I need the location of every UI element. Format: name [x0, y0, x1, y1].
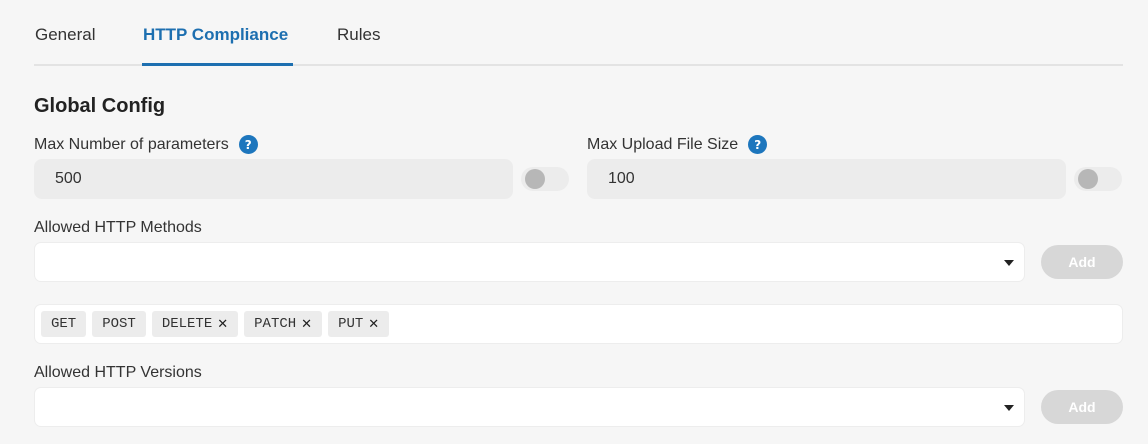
versions-select[interactable] [34, 387, 1025, 427]
tab-rules[interactable]: Rules [337, 25, 380, 45]
chip-get: GET [41, 311, 87, 337]
max-upload-label-text: Max Upload File Size [587, 135, 739, 153]
chip-put: PUT ✕ [328, 311, 390, 337]
max-params-toggle[interactable] [521, 167, 569, 191]
chip-label: DELETE [161, 316, 213, 332]
section-title: Global Config [34, 95, 166, 117]
add-method-button[interactable]: Add [1041, 245, 1123, 279]
active-tab-indicator [142, 63, 293, 66]
tab-http-compliance[interactable]: HTTP Compliance [143, 25, 288, 45]
max-upload-label: Max Upload File Size ? [587, 135, 768, 154]
max-upload-input[interactable] [587, 159, 1066, 199]
help-icon[interactable]: ? [238, 135, 258, 154]
chip-patch: PATCH ✕ [244, 311, 323, 337]
tab-general[interactable]: General [35, 25, 95, 45]
methods-chip-list: GET POST DELETE ✕ PATCH ✕ PUT ✕ [34, 304, 1123, 344]
caret-down-icon [1004, 260, 1014, 266]
max-params-label: Max Number of parameters ? [34, 135, 258, 154]
add-version-button[interactable]: Add [1041, 390, 1123, 424]
remove-chip-icon[interactable]: ✕ [217, 317, 228, 332]
max-params-label-text: Max Number of parameters [34, 135, 229, 153]
methods-label: Allowed HTTP Methods [34, 219, 202, 236]
toggle-knob [1078, 169, 1098, 189]
chip-label: PUT [338, 316, 364, 332]
tab-bar: General HTTP Compliance Rules [34, 0, 1123, 66]
chip-label: POST [102, 316, 136, 332]
remove-chip-icon[interactable]: ✕ [301, 317, 312, 332]
max-params-input[interactable] [34, 159, 513, 199]
chip-post: POST [92, 311, 146, 337]
help-icon[interactable]: ? [748, 135, 768, 154]
max-upload-toggle[interactable] [1074, 167, 1122, 191]
caret-down-icon [1004, 405, 1014, 411]
chip-delete: DELETE ✕ [151, 311, 239, 337]
toggle-knob [525, 169, 545, 189]
chip-label: GET [51, 316, 77, 332]
methods-select[interactable] [34, 242, 1025, 282]
remove-chip-icon[interactable]: ✕ [368, 317, 379, 332]
versions-label: Allowed HTTP Versions [34, 364, 202, 381]
chip-label: PATCH [254, 316, 297, 332]
